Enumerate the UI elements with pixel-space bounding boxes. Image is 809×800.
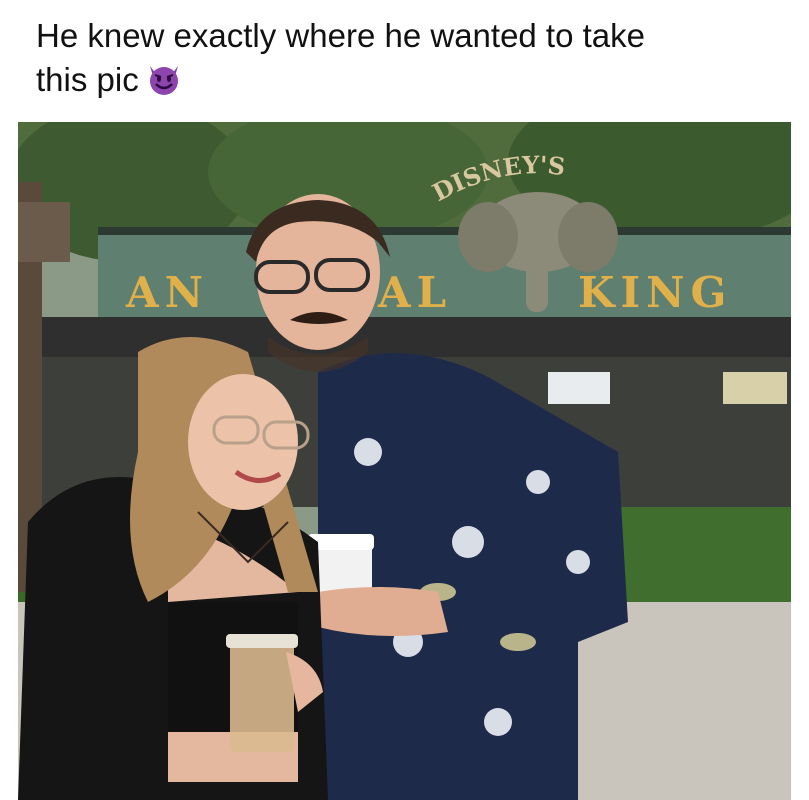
smiling-devil-icon bbox=[145, 60, 183, 98]
meme-caption: He knew exactly where he wanted to take … bbox=[36, 14, 776, 102]
hedge-right bbox=[603, 507, 791, 602]
caption-line-1: He knew exactly where he wanted to take bbox=[36, 17, 646, 54]
sign-letters-al: AL bbox=[377, 268, 452, 317]
sign-letters-an: AN bbox=[125, 268, 209, 317]
sign-letters-king: KING bbox=[578, 268, 732, 317]
park-entrance-photo: DISNEY'S AN AL KING bbox=[18, 122, 791, 800]
ticket-window-sign bbox=[723, 372, 787, 404]
caption-line-2-text: this pic bbox=[36, 61, 139, 98]
booth-sign bbox=[548, 372, 610, 404]
caption-line-2: this pic bbox=[36, 58, 776, 102]
iced-coffee-cup bbox=[230, 642, 294, 752]
lamp bbox=[18, 202, 70, 262]
